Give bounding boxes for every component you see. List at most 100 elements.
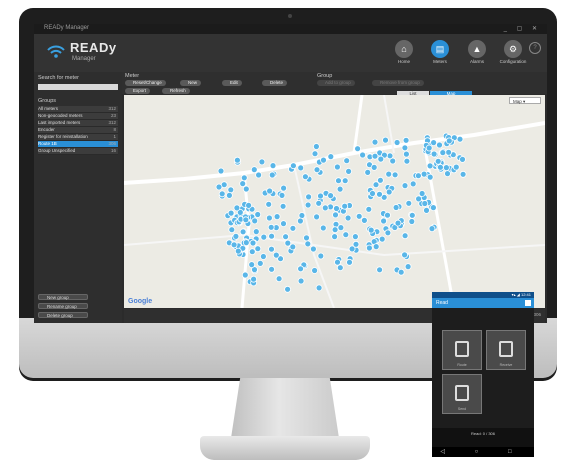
meter-marker[interactable] (315, 199, 323, 207)
meter-marker[interactable] (380, 217, 388, 225)
meter-marker[interactable] (301, 173, 309, 181)
meter-marker[interactable] (394, 219, 402, 227)
receive-tile[interactable]: Receive (486, 330, 526, 370)
meter-marker[interactable] (232, 232, 240, 240)
meter-marker[interactable] (346, 258, 353, 266)
meter-marker[interactable] (267, 223, 275, 231)
meter-marker[interactable] (385, 188, 393, 196)
meter-marker[interactable] (218, 190, 226, 198)
meter-marker[interactable] (279, 202, 287, 210)
meter-marker[interactable] (217, 167, 225, 175)
meter-marker[interactable] (423, 207, 430, 214)
meter-marker[interactable] (442, 164, 450, 171)
group-item[interactable]: Encoder 8 (38, 127, 118, 134)
map-type-select[interactable]: Map ▾ (509, 97, 541, 104)
meter-marker[interactable] (341, 177, 349, 185)
meter-marker[interactable] (241, 271, 249, 279)
group-item[interactable]: All meters 312 (38, 106, 118, 113)
meter-marker[interactable] (385, 170, 393, 178)
meter-marker[interactable] (439, 149, 447, 156)
meter-marker[interactable] (445, 137, 453, 145)
new-group-button[interactable]: New group (38, 294, 88, 300)
meter-marker[interactable] (311, 150, 319, 158)
meter-marker[interactable] (336, 185, 344, 193)
meter-marker[interactable] (249, 239, 257, 247)
meter-marker[interactable] (255, 171, 263, 179)
nav-home-button[interactable]: ⌂ Home (389, 40, 419, 72)
meter-marker[interactable] (430, 150, 438, 158)
meter-marker[interactable] (386, 152, 394, 160)
meter-marker[interactable] (352, 240, 360, 248)
meter-marker[interactable] (269, 162, 277, 169)
meter-marker[interactable] (259, 253, 267, 260)
meter-marker[interactable] (331, 233, 339, 241)
meter-marker[interactable] (445, 148, 453, 156)
meter-marker[interactable] (401, 182, 409, 189)
meter-marker[interactable] (444, 170, 451, 177)
meter-marker[interactable] (239, 180, 247, 187)
meter-marker[interactable] (313, 166, 321, 174)
meter-marker[interactable] (304, 240, 312, 248)
group-item[interactable]: Last imported meters 312 (38, 120, 118, 127)
meter-marker[interactable] (332, 211, 339, 219)
meter-marker[interactable] (378, 235, 386, 243)
meter-marker[interactable] (425, 144, 433, 152)
meter-marker[interactable] (278, 192, 286, 199)
meter-marker[interactable] (228, 226, 236, 234)
meter-marker[interactable] (426, 162, 434, 170)
meter-marker[interactable] (409, 180, 417, 188)
meter-marker[interactable] (436, 163, 444, 171)
meter-marker[interactable] (265, 214, 273, 222)
meter-marker[interactable] (242, 216, 250, 224)
meter-marker[interactable] (351, 233, 359, 241)
meter-marker[interactable] (384, 229, 392, 237)
meter-marker[interactable] (305, 193, 313, 201)
meter-marker[interactable] (250, 166, 258, 173)
meter-marker[interactable] (343, 157, 351, 165)
meter-marker[interactable] (371, 152, 379, 160)
meter-marker[interactable] (359, 151, 367, 159)
meter-marker[interactable] (418, 190, 426, 197)
meter-marker[interactable] (268, 245, 275, 253)
refresh-button[interactable]: Refresh (162, 88, 190, 94)
meter-marker[interactable] (367, 226, 375, 234)
meter-marker[interactable] (391, 171, 399, 179)
meter-marker[interactable] (370, 164, 378, 171)
meter-marker[interactable] (313, 213, 321, 221)
meter-marker[interactable] (251, 217, 259, 225)
meter-marker[interactable] (256, 259, 264, 267)
meter-marker[interactable] (392, 204, 400, 211)
meter-marker[interactable] (268, 265, 276, 273)
meter-marker[interactable] (280, 220, 287, 228)
export-button[interactable]: Export (125, 88, 151, 94)
meter-marker[interactable] (415, 195, 423, 203)
nav-meters-button[interactable]: ▤ Meters (425, 40, 455, 72)
meter-marker[interactable] (402, 136, 410, 144)
meter-marker[interactable] (452, 163, 460, 171)
meter-marker[interactable] (377, 155, 385, 163)
meter-marker[interactable] (403, 157, 411, 165)
window-controls[interactable]: _ ▢ ✕ (504, 25, 541, 32)
meter-marker[interactable] (401, 251, 409, 259)
meter-marker[interactable] (334, 258, 341, 266)
meter-marker[interactable] (355, 212, 363, 220)
nav-alarms-button[interactable]: ▲ Alarms (462, 40, 492, 72)
map-canvas[interactable] (124, 95, 545, 308)
meter-marker[interactable] (248, 261, 256, 269)
meter-marker[interactable] (266, 187, 274, 195)
meter-marker[interactable] (382, 136, 389, 144)
meter-marker[interactable] (354, 145, 362, 153)
meter-marker[interactable] (250, 275, 258, 283)
meter-marker[interactable] (336, 264, 344, 272)
meter-marker[interactable] (227, 186, 235, 194)
meter-marker[interactable] (429, 204, 437, 211)
meter-marker[interactable] (242, 239, 250, 247)
meter-marker[interactable] (337, 224, 345, 232)
meter-marker[interactable] (289, 162, 297, 170)
meter-marker[interactable] (265, 200, 273, 208)
meter-marker[interactable] (404, 263, 412, 271)
meter-marker[interactable] (360, 217, 368, 224)
group-item-selected[interactable]: Route 1B 306 (38, 141, 118, 148)
meter-marker[interactable] (369, 190, 376, 197)
meter-marker[interactable] (402, 150, 410, 158)
